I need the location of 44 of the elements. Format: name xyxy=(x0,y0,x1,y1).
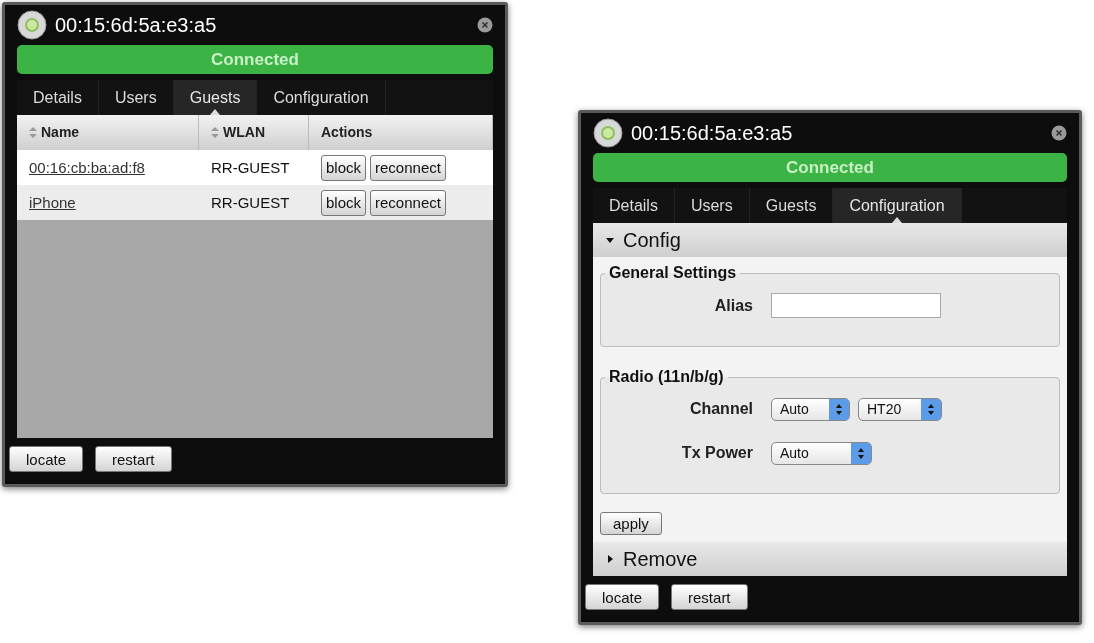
device-icon xyxy=(593,118,623,148)
section-header[interactable]: Config xyxy=(593,223,1067,257)
row-action-button[interactable]: reconnect xyxy=(370,154,446,181)
row-action-button[interactable]: block xyxy=(321,154,367,181)
apply-button[interactable]: apply xyxy=(600,512,662,535)
row-action-button[interactable]: reconnect xyxy=(370,189,446,216)
action-button[interactable]: restart xyxy=(95,446,172,472)
action-button[interactable]: locate xyxy=(585,584,660,610)
alias-input[interactable] xyxy=(771,293,941,318)
wlan-cell: RR-GUEST xyxy=(211,193,290,211)
stepper-icon xyxy=(851,442,871,464)
action-button[interactable]: restart xyxy=(671,584,748,610)
tab[interactable]: Guests xyxy=(173,80,258,115)
field-label: Alias xyxy=(713,295,753,316)
device-title: 00:15:6d:5a:e3:a5 xyxy=(55,13,217,38)
sort-icon xyxy=(29,127,37,138)
column-title: Name xyxy=(41,123,80,142)
dropdown[interactable]: Auto xyxy=(771,397,850,421)
caret-down-icon xyxy=(605,235,615,245)
tab[interactable]: Configuration xyxy=(833,188,962,223)
dropdown[interactable]: HT20 xyxy=(858,397,942,421)
device-icon xyxy=(17,10,47,40)
action-button[interactable]: locate xyxy=(9,446,84,472)
close-icon[interactable] xyxy=(1051,125,1067,141)
stepper-icon xyxy=(921,398,941,420)
sort-icon xyxy=(211,127,219,138)
dropdown[interactable]: Auto xyxy=(771,441,872,465)
field-label: Channel xyxy=(688,399,753,419)
field-label: Tx Power xyxy=(680,443,753,463)
status-bar: Connected xyxy=(17,45,493,74)
device-link[interactable]: iPhone xyxy=(29,193,76,211)
status-bar: Connected xyxy=(593,153,1067,182)
caret-right-icon xyxy=(605,554,615,564)
group-legend: Radio (11n/b/g) xyxy=(605,365,728,389)
stepper-icon xyxy=(829,398,849,420)
column-title: WLAN xyxy=(223,123,265,142)
group-legend: General Settings xyxy=(605,261,741,285)
close-icon[interactable] xyxy=(477,17,493,33)
wlan-cell: RR-GUEST xyxy=(211,158,290,176)
device-link[interactable]: 00:16:cb:ba:ad:f8 xyxy=(29,158,145,176)
row-action-button[interactable]: block xyxy=(321,189,367,216)
device-title: 00:15:6d:5a:e3:a5 xyxy=(631,121,793,146)
column-title: Actions xyxy=(321,123,373,142)
section-header[interactable]: Remove xyxy=(593,542,1067,576)
